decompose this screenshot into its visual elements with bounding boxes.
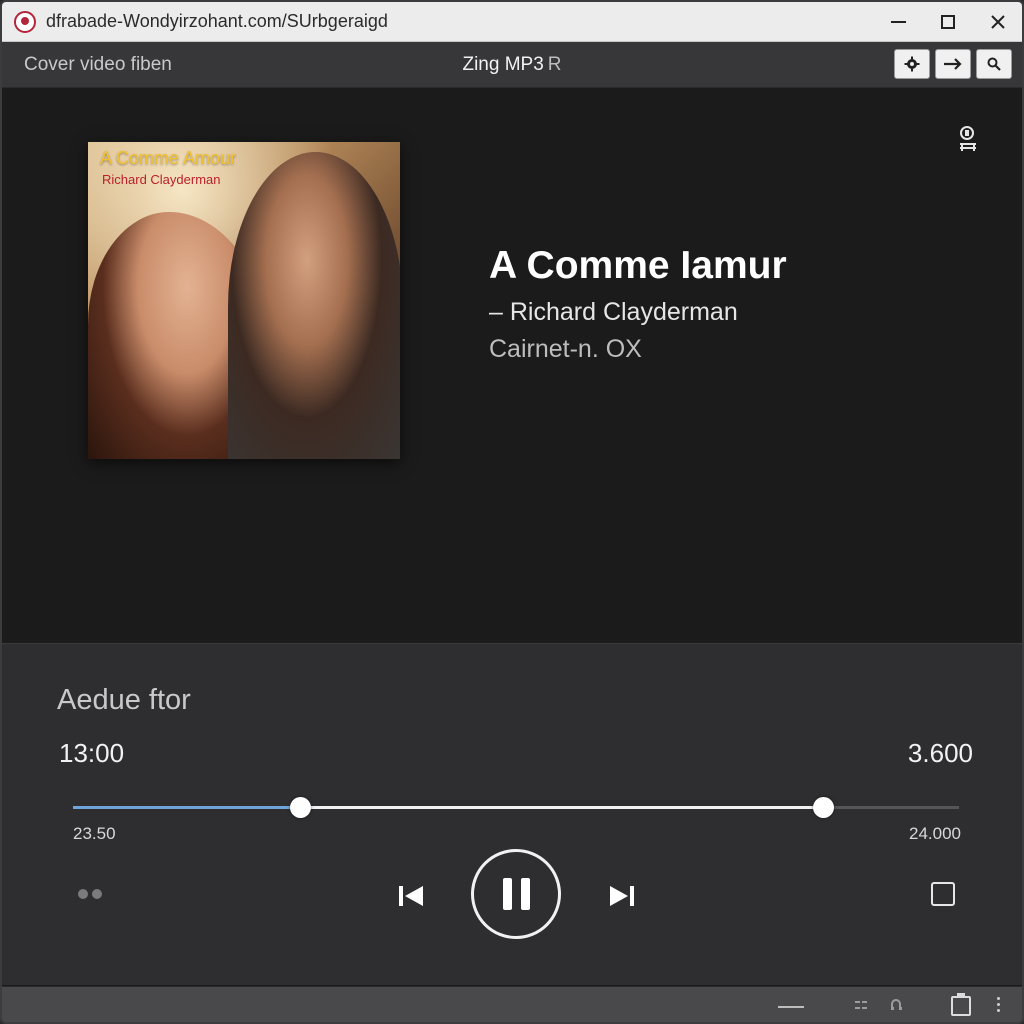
track-title: A Comme Iamur [489,244,787,287]
window-url: dfrabade-Wondyirzohant.com/SUrbgeraigd [46,11,388,31]
pause-icon [502,878,512,910]
seek-slider-progress [73,806,300,809]
minimize-icon [890,20,906,23]
app-name-suffix: R [547,53,562,75]
cast-icon[interactable] [956,124,980,154]
track-album: Cairnet-n. OX [489,335,642,363]
status-menu-icon[interactable] [997,997,1000,1012]
minimize-button[interactable] [874,2,922,42]
app-logo-icon [14,10,36,33]
close-icon [991,14,1005,29]
cover-artist: Richard Clayderman [102,172,221,187]
now-playing-area: A Comme Amour Richard Clayderman A Comme… [2,89,1022,642]
repeat-icon[interactable] [890,999,904,1011]
dot-icon [997,997,1000,1000]
search-button[interactable] [976,49,1012,79]
dot-icon [92,889,102,899]
header-left-label[interactable]: Cover video fiben [24,54,172,76]
seek-slider-handle-start[interactable] [289,797,311,818]
seek-slider[interactable] [73,797,959,818]
previous-track-icon[interactable] [395,882,427,910]
more-options-button[interactable] [78,889,102,899]
dot-icon [78,889,88,899]
seek-slider-range [299,806,823,809]
header-toolbar [894,49,1012,79]
pause-button[interactable] [471,849,561,939]
app-header: Cover video fiben Zing MP3 R [2,42,1022,88]
pause-icon [520,878,530,910]
forward-button[interactable] [935,49,971,79]
track-info: A Comme Iamur – Richard Clayderman Cairn… [489,244,787,364]
title-bar: dfrabade-Wondyirzohant.com/SUrbgeraigd [2,2,1022,42]
album-cover[interactable]: A Comme Amour Richard Clayderman [88,142,400,459]
app-name-text: Zing MP3 [462,53,544,75]
player-label: Aedue ftor [57,684,191,716]
cover-figure-man [228,152,400,459]
slider-scale-start: 23.50 [73,824,116,843]
settings-button[interactable] [894,49,930,79]
next-track-icon[interactable] [606,882,638,910]
clipboard-icon[interactable] [951,993,971,1016]
app-window: dfrabade-Wondyirzohant.com/SUrbgeraigd C… [0,0,1024,1024]
status-bar [2,986,1022,1022]
close-button[interactable] [974,2,1022,42]
arrow-right-icon [944,58,962,70]
track-artist[interactable]: – Richard Clayderman [489,298,787,327]
dot-icon [997,1003,1000,1006]
dot-icon [997,1009,1000,1012]
minimize-player-icon[interactable] [778,1006,804,1008]
search-icon [987,57,1001,71]
elapsed-time: 13:00 [59,738,125,768]
slider-scale-end: 24.000 [909,824,961,843]
player-panel: Aedue ftor 13:00 3.600 23.50 24.000 [2,643,1022,985]
gear-icon [904,56,920,72]
seek-slider-handle-end[interactable] [812,797,834,818]
cover-title: A Comme Amour [100,148,237,168]
playback-controls [2,849,1022,939]
window-controls [872,2,1022,42]
total-time: 3.600 [907,738,973,768]
fullscreen-icon[interactable] [931,882,955,906]
equalizer-icon[interactable] [854,999,868,1011]
maximize-button[interactable] [924,2,972,42]
maximize-icon [941,14,955,29]
